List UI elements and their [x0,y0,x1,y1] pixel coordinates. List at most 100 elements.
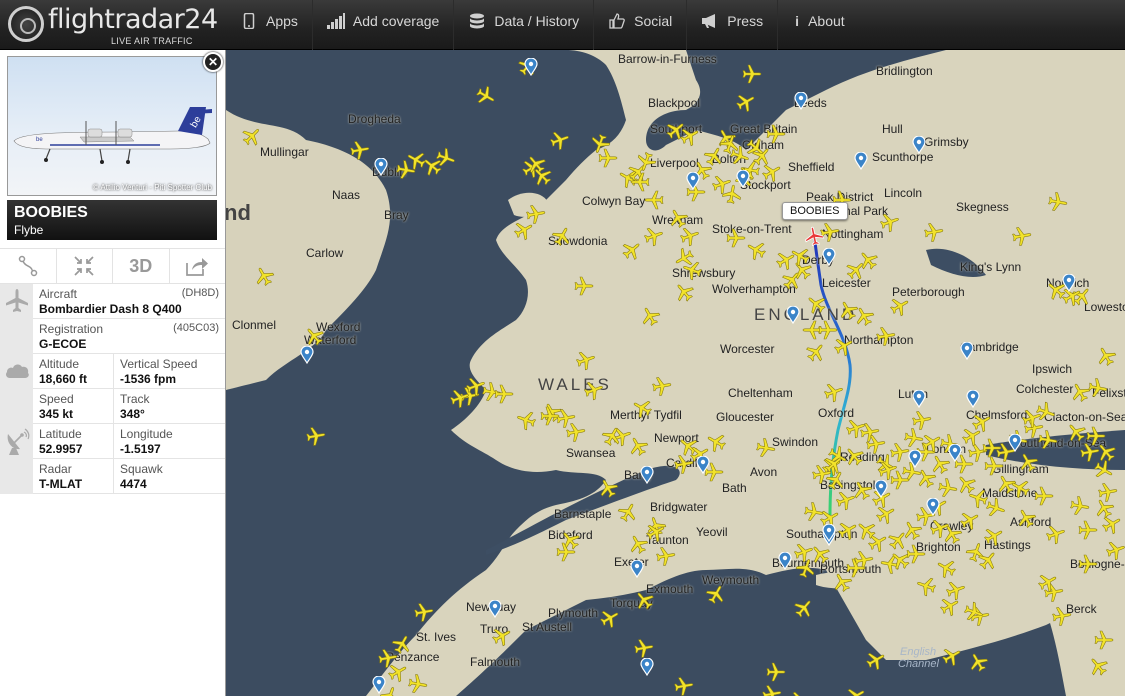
close-panel-button[interactable]: ✕ [203,52,223,72]
selected-flight-tag[interactable]: BOOBIES [782,202,848,220]
thumbs-up-icon [608,13,626,29]
view-3d-button[interactable]: 3D [113,249,170,283]
map-label-grimsby: Grimsby [924,135,969,149]
map-label-english-channel2: Channel [898,658,939,670]
radar-row: Radar T-MLAT Squawk 4474 [0,459,225,494]
registration-label: Registration [39,322,104,336]
nav-add-coverage-label: Add coverage [352,13,440,29]
map-label-colchester: Colchester [1016,382,1074,396]
map-label-lincoln: Lincoln [884,186,923,200]
cloud-icon [4,360,30,386]
nav-add-coverage[interactable]: Add coverage [311,0,453,50]
map-label-plymouth: Plymouth [548,606,599,620]
callsign-header: BOOBIES Flybe [7,200,217,240]
brand-name: flightradar24 [48,4,218,35]
nav-press-label: Press [727,13,764,29]
nav-data-history[interactable]: Data / History [453,0,593,50]
longitude-label: Longitude [120,427,173,441]
registration-code: (405C03) [173,322,219,334]
share-icon [186,258,209,276]
radar-label: Radar [39,462,72,476]
latitude-value: 52.9957 [39,442,83,456]
aircraft-photo-image: be be [13,107,212,164]
svg-text:be: be [36,137,43,143]
airline-name: Flybe [14,223,44,237]
radar-logo-icon [8,6,44,42]
compress-arrows-icon [74,256,94,276]
map-label-falmouth: Falmouth [470,655,521,669]
aircraft-value: Bombardier Dash 8 Q400 [39,302,182,316]
database-icon [468,13,486,29]
map-label-clonmel: Clonmel [232,318,277,332]
position-row: Latitude 52.9957 Longitude -1.5197 [0,424,225,459]
airplane-icon [4,288,30,314]
latitude-label: Latitude [39,427,82,441]
signal-bars-icon [326,13,345,29]
registration-row: Registration G-ECOE (405C03) [0,319,225,354]
map-label-sheffield: Sheffield [788,160,835,174]
altitude-label: Altitude [39,357,80,371]
aircraft-row: Aircraft Bombardier Dash 8 Q400 (DH8D) [0,284,225,319]
aircraft-photo[interactable]: be be © Attilio Venturi - Piti Spotter C… [7,56,217,196]
map-label-leicester: Leicester [822,276,871,290]
flightradar24-logo[interactable]: flightradar24 LIVE AIR TRAFFIC [8,4,218,48]
map-label-swindon: Swindon [772,435,819,449]
share-button[interactable] [170,249,226,283]
nav-social[interactable]: Social [593,0,686,50]
map-label-great-britain: Great Britain [730,122,798,136]
main-nav: Apps Add coverage Data / History Social … [226,0,859,50]
map-label-colwyn-bay: Colwyn Bay [582,194,646,208]
squawk-value: 4474 [120,477,147,491]
route-icon [18,255,37,277]
map-label-lowestoft: Lowestoft [1084,300,1125,314]
nav-social-label: Social [634,13,673,29]
map-label-skegness: Skegness [956,200,1009,214]
track-value: 348° [120,407,145,421]
map-label-avon: Avon [750,465,778,479]
map-label-bridlington: Bridlington [876,64,933,78]
photo-credit[interactable]: © Attilio Venturi - Piti Spotter Club [93,183,212,192]
vertical-speed-label: Vertical Speed [120,357,198,371]
flight-callsign: BOOBIES [14,204,88,221]
nav-press[interactable]: Press [686,0,777,50]
nav-about[interactable]: i About [777,0,859,50]
center-aircraft-button[interactable] [57,249,113,283]
map-label-bath: Bath [722,481,747,495]
map-label-hull: Hull [882,122,903,136]
vertical-speed-value: -1536 fpm [120,372,177,386]
megaphone-icon [701,13,719,29]
map-label-ireland: nd [226,200,251,225]
map-label-cheltenham: Cheltenham [728,386,793,400]
map-label-yeovil: Yeovil [696,525,728,539]
map-label-ipswich: Ipswich [1032,362,1073,376]
speed-value: 345 kt [39,407,74,421]
flight-details: Aircraft Bombardier Dash 8 Q400 (DH8D) R… [0,284,225,494]
show-route-button[interactable] [0,249,57,283]
map-label-naas: Naas [332,188,361,202]
brand-tagline: LIVE AIR TRAFFIC [111,36,193,46]
map-label-worcester: Worcester [720,342,775,356]
altitude-value: 18,660 ft [39,372,88,386]
map-label-drogheda: Drogheda [348,112,401,126]
speed-label: Speed [39,392,74,406]
aircraft-info-panel: be be © Attilio Venturi - Piti Spotter C… [0,50,226,696]
nav-data-history-label: Data / History [494,13,580,29]
radar-value: T-MLAT [39,477,83,491]
top-bar: flightradar24 LIVE AIR TRAFFIC Apps Add … [0,0,1125,50]
map-label-swansea: Swansea [566,446,616,460]
map-label-st-austell: St Austell [522,620,573,634]
nav-apps[interactable]: Apps [226,0,312,50]
aircraft-label: Aircraft [39,287,78,301]
flight-map[interactable]: Barrow-in-Furness Bridlington Blackpool Lee… [226,50,1125,696]
longitude-value: -1.5197 [120,442,161,456]
panel-toolbar: 3D [0,248,225,284]
map-label-barnstaple: Barnstaple [554,507,612,521]
map-label-kings-lynn: King's Lynn [960,260,1022,274]
map-label-gloucester: Gloucester [716,410,775,424]
map-label-mullingar: Mullingar [260,145,309,159]
map-label-barrow: Barrow-in-Furness [618,52,717,66]
map-label-exmouth: Exmouth [646,582,694,596]
info-icon: i [795,13,800,29]
map-label-english-channel: English [900,646,937,658]
squawk-label: Squawk [120,462,163,476]
